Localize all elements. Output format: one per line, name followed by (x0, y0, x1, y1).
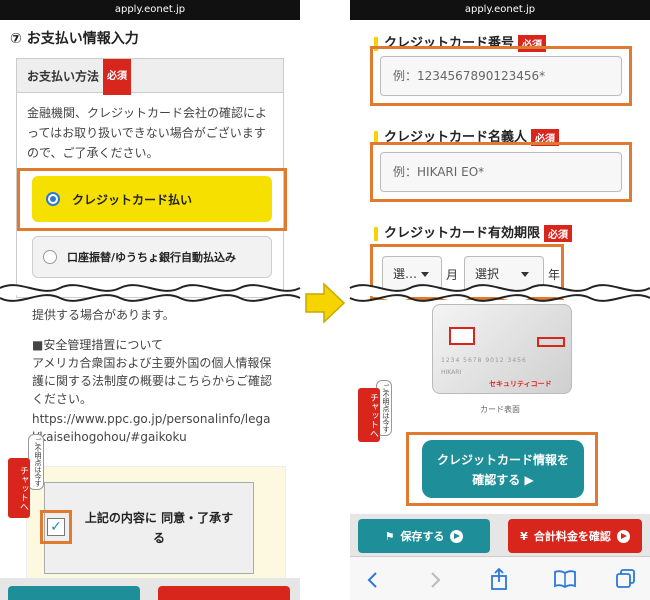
arrow-circle-icon (450, 529, 464, 543)
chat-tab[interactable]: チャットへ (8, 458, 30, 518)
share-icon[interactable] (490, 567, 508, 591)
security-body: アメリカ合衆国および主要外国の個人情報保護に関する法制度の概要はこちらからご確認… (32, 356, 273, 406)
card-security-code: セキュリティコード (489, 380, 552, 388)
card-illustration: 1234 5678 9012 3456 HIKARI セキュリティコード (432, 304, 572, 394)
option-bank-label: 口座振替/ゆうちょ銀行自動払込み (67, 251, 237, 264)
security-title: ■安全管理措置について (32, 338, 163, 352)
agree-checkbox-area[interactable]: 上記の内容に 同意・了承する (44, 482, 254, 574)
expiry-heading: クレジットカード有効期限 必須 (374, 222, 573, 242)
card-chip (449, 327, 475, 345)
payment-notice: 金融機関、クレジットカード会社の確認によってはお取り扱いできない場合がございます… (27, 106, 268, 160)
save-button-label: 保存する (400, 530, 445, 543)
card-digits: 1234 5678 9012 3456 (441, 357, 527, 364)
highlight-checkbox (40, 510, 72, 544)
section-title: ⑦ お支払い情報入力 (10, 31, 139, 47)
total-price-button[interactable]: ¥ 合計料金を確認 (508, 519, 642, 553)
highlight-card-number (370, 46, 632, 106)
highlight-confirm-button (406, 432, 598, 506)
arrow-circle-icon (616, 529, 630, 543)
yen-icon: ¥ (520, 529, 528, 543)
bookmarks-icon[interactable] (554, 570, 576, 588)
card-caption: カード表面 (480, 405, 520, 414)
url-bar[interactable]: apply.eonet.jp (350, 0, 650, 20)
required-badge: 必須 (103, 59, 132, 95)
total-button-label: 合計料金を確認 (533, 530, 611, 543)
cut-wave-divider (0, 284, 650, 302)
payment-header: お支払い方法 必須 (17, 59, 283, 95)
total-button-partial[interactable] (158, 586, 290, 600)
expiry-label: クレジットカード有効期限 (384, 226, 541, 241)
radio-empty-icon (43, 250, 57, 264)
agree-label: 上記の内容に 同意・了承する (84, 511, 234, 545)
required-badge: 必須 (544, 225, 573, 242)
url-bar[interactable]: apply.eonet.jp (0, 0, 300, 20)
safari-forward-icon[interactable] (430, 571, 442, 589)
highlight-card-name (370, 142, 632, 202)
card-cvv-box (537, 337, 565, 347)
bottom-bar (0, 578, 300, 600)
security-url[interactable]: https://www.ppc.go.jp/personalinfo/legal… (32, 410, 276, 446)
safari-back-icon[interactable] (366, 571, 378, 589)
tabs-icon[interactable] (616, 569, 636, 589)
save-button[interactable]: ⚑ 保存する (358, 519, 490, 553)
chat-tab[interactable]: チャットへ (358, 388, 380, 442)
chat-note: ご不明点は今すぐ (24, 434, 44, 490)
safari-toolbar (350, 556, 650, 600)
flag-icon: ⚑ (384, 529, 395, 543)
save-button-partial[interactable] (8, 586, 140, 600)
card-holder: HIKARI (441, 369, 462, 376)
bottom-action-bar: ⚑ 保存する ¥ 合計料金を確認 (350, 514, 650, 556)
highlight-credit-option (17, 168, 287, 231)
payment-method-label: お支払い方法 (27, 69, 100, 84)
